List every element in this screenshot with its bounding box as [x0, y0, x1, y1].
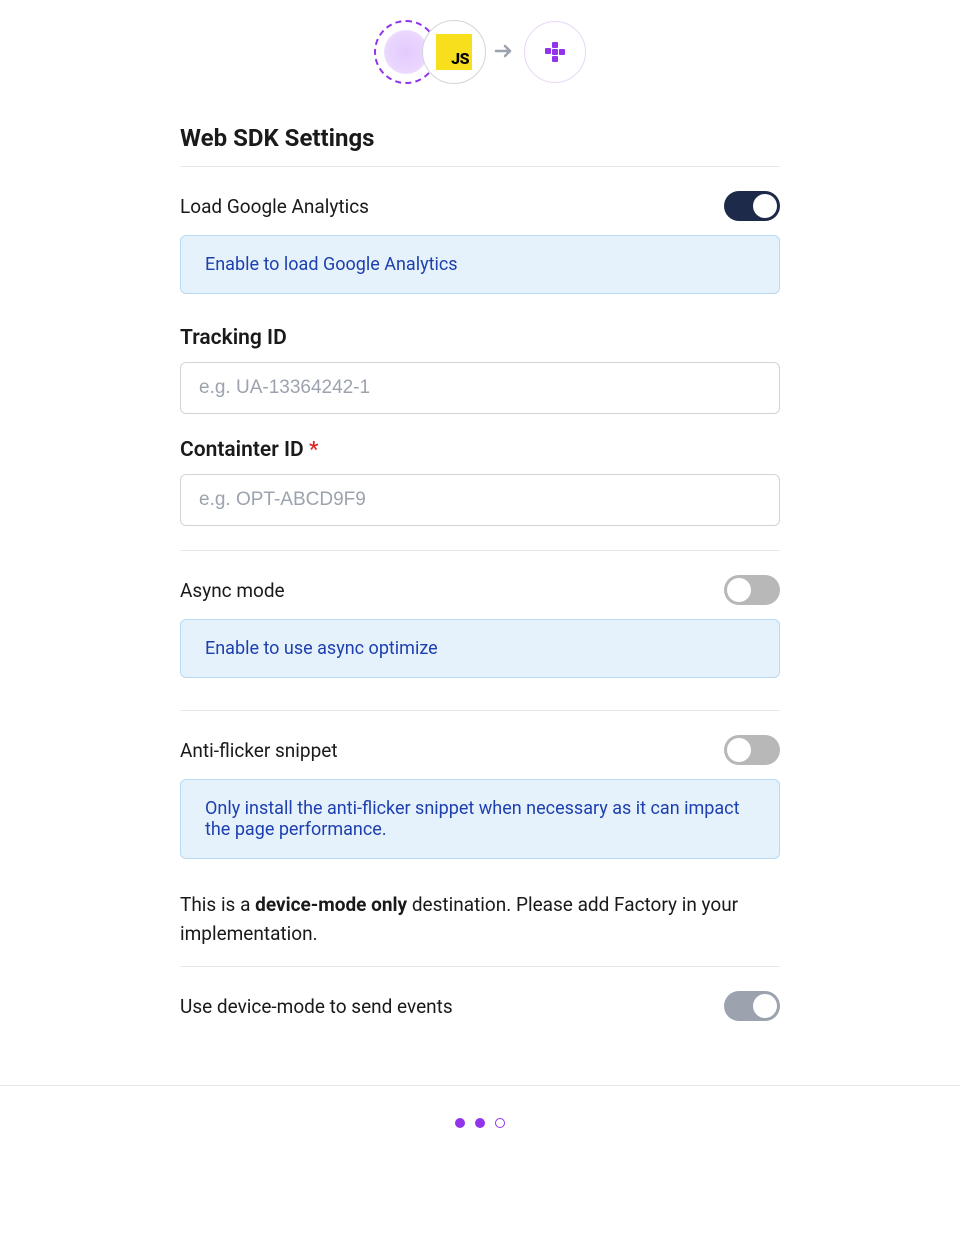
- load-ga-label: Load Google Analytics: [180, 195, 369, 218]
- async-mode-label: Async mode: [180, 579, 285, 602]
- arrow-right-icon: [494, 40, 514, 65]
- section-title: Web SDK Settings: [180, 124, 780, 167]
- note-prefix: This is a: [180, 893, 255, 916]
- use-device-mode-toggle[interactable]: [724, 991, 780, 1021]
- async-mode-info: Enable to use async optimize: [180, 619, 780, 678]
- required-mark: *: [309, 438, 318, 462]
- tracking-id-label: Tracking ID: [180, 326, 780, 350]
- page-dot-3[interactable]: [495, 1118, 505, 1128]
- toggle-knob-icon: [753, 194, 777, 218]
- container-id-input[interactable]: [180, 474, 780, 526]
- js-sdk-icon: JS: [422, 20, 486, 84]
- anti-flicker-label: Anti-flicker snippet: [180, 739, 338, 762]
- pagination-dots: [0, 1086, 960, 1160]
- use-device-mode-row: Use device-mode to send events: [180, 991, 780, 1021]
- source-icons: JS: [374, 20, 484, 84]
- anti-flicker-info: Only install the anti-flicker snippet wh…: [180, 779, 780, 859]
- load-ga-info: Enable to load Google Analytics: [180, 235, 780, 294]
- load-ga-toggle[interactable]: [724, 191, 780, 221]
- container-id-label-text: Containter ID: [180, 438, 309, 462]
- divider: [180, 710, 780, 711]
- destination-icon: [524, 21, 586, 83]
- page-dot-1[interactable]: [455, 1118, 465, 1128]
- settings-form: JS Web SDK Settings Load Google Analytic…: [180, 0, 780, 1085]
- load-ga-row: Load Google Analytics: [180, 191, 780, 221]
- async-mode-row: Async mode: [180, 575, 780, 605]
- device-mode-note: This is a device-mode only destination. …: [180, 891, 780, 967]
- js-badge: JS: [436, 34, 472, 70]
- async-mode-toggle[interactable]: [724, 575, 780, 605]
- toggle-knob-icon: [727, 738, 751, 762]
- container-id-label: Containter ID *: [180, 438, 780, 462]
- toggle-knob-icon: [753, 994, 777, 1018]
- note-bold: device-mode only: [255, 893, 407, 916]
- use-device-mode-label: Use device-mode to send events: [180, 995, 453, 1018]
- toggle-knob-icon: [727, 578, 751, 602]
- source-destination-diagram: JS: [180, 20, 780, 84]
- anti-flicker-row: Anti-flicker snippet: [180, 735, 780, 765]
- anti-flicker-toggle[interactable]: [724, 735, 780, 765]
- page-dot-2[interactable]: [475, 1118, 485, 1128]
- tracking-id-input[interactable]: [180, 362, 780, 414]
- divider: [180, 550, 780, 551]
